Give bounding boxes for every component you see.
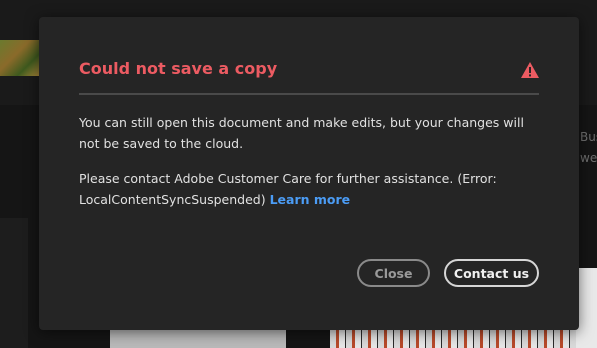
background-right-text-line2: wee [580,151,597,165]
dialog-title: Could not save a copy [79,59,278,78]
alert-triangle-icon [521,62,539,78]
close-button[interactable]: Close [357,259,430,287]
message-paragraph: You can still open this document and mak… [79,115,524,151]
title-divider [79,93,539,95]
background-side-panel [0,218,28,348]
background-thumbnail [0,40,40,76]
error-paragraph: Please contact Adobe Customer Care for f… [79,168,539,210]
error-dialog: Could not save a copy You can still open… [39,17,579,330]
background-card [110,328,286,348]
background-right-text: Bus wee [580,127,597,169]
background-right-text-line1: Bus [580,130,597,144]
contact-us-button[interactable]: Contact us [444,259,539,287]
learn-more-link[interactable]: Learn more [270,192,351,207]
background-sketch-thumbnail [330,328,576,348]
background-right-card [576,268,597,348]
